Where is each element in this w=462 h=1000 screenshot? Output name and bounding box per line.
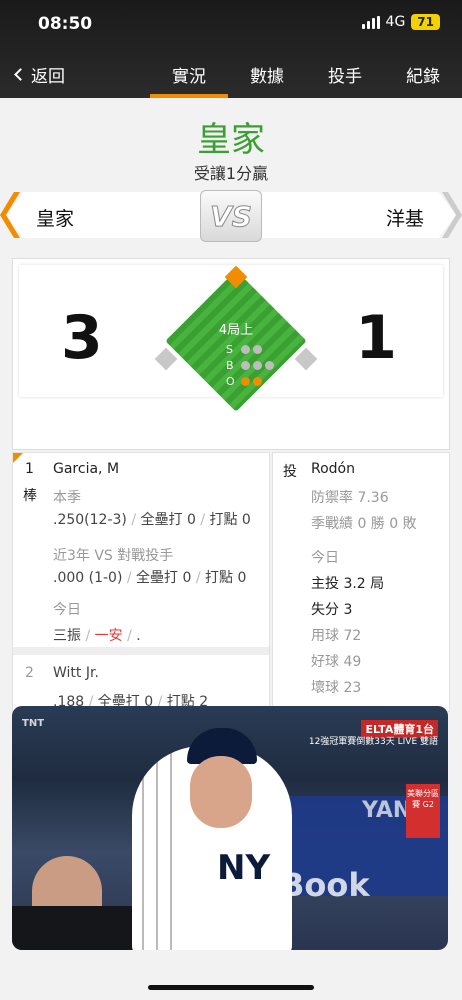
next-batting-order: 2 — [25, 665, 34, 681]
background-suit — [12, 906, 142, 950]
home-team-name: 洋基 — [385, 208, 424, 230]
current-batter-marker — [13, 453, 23, 463]
ball-count: B — [226, 359, 274, 372]
batting-order: 1 — [25, 461, 34, 477]
ball-dot — [253, 361, 262, 370]
batting-order-suffix: 棒 — [23, 488, 37, 504]
scoreboard: 3 1 4局上 S B O — [12, 258, 450, 450]
ball-dot — [265, 361, 274, 370]
out-dot — [241, 377, 250, 386]
tab-records[interactable]: 紀錄 — [384, 62, 462, 98]
matchup-bar: 皇家 洋基 VS — [0, 190, 462, 242]
infield — [165, 270, 307, 412]
inning-label: 4局上 — [218, 323, 254, 338]
pick-title: 皇家 — [197, 120, 265, 160]
live-video-player[interactable]: YANK Book NY TNT ELTA體育1台 12強冠軍賽倒數33天 LI… — [12, 706, 448, 950]
ball-dot — [241, 361, 250, 370]
stadium-text-2: Book — [280, 866, 370, 904]
pitcher-label: 投 — [283, 464, 297, 480]
away-score: 3 — [61, 303, 103, 373]
back-label: 返回 — [31, 67, 65, 87]
season-label: 本季 — [53, 490, 81, 506]
pitcher-today-label: 今日 — [311, 550, 339, 566]
home-score: 1 — [355, 303, 397, 373]
third-base-icon — [154, 347, 178, 371]
broadcaster-logo: TNT — [22, 718, 45, 729]
tab-live[interactable]: 實況 — [150, 62, 228, 98]
strike-dot — [241, 345, 250, 354]
vs-pitcher-label: 近3年 VS 對戰投手 — [53, 548, 174, 564]
out-count: O — [226, 375, 262, 388]
pitcher-name: Rodón — [311, 461, 355, 477]
strike-count: S — [226, 343, 262, 356]
pitcher-runs: 失分 3 — [311, 602, 353, 618]
channel-subtitle: 12強冠軍賽倒數33天 LIVE 雙語 — [308, 737, 438, 747]
tab-bar: 實況 數據 投手 紀錄 — [150, 62, 462, 98]
strike-dot — [253, 345, 262, 354]
pitcher-pitches: 用球 72 — [311, 628, 362, 644]
jersey-logo: NY — [217, 848, 271, 888]
pitcher-record: 季戰績 0 勝 0 敗 — [311, 516, 417, 532]
pitcher-innings: 主投 3.2 局 — [311, 576, 385, 592]
top-bar: 08:50 4G 71 返回 實況 數據 投手 紀錄 — [0, 0, 462, 98]
batter-panel: 1 棒 Garcia, M 本季 .250(12-3) / 全壘打 0 / 打點… — [12, 452, 270, 712]
today-label: 今日 — [53, 602, 81, 618]
score-box: 3 1 4局上 S B O — [19, 265, 443, 412]
today-results: 三振 / 一安 / . — [53, 628, 141, 644]
next-batter-name: Witt Jr. — [53, 665, 99, 681]
status-time: 08:50 — [38, 14, 93, 34]
first-base-icon — [294, 347, 318, 371]
pitcher-era: 防禦率 7.36 — [311, 490, 389, 506]
season-stats: .250(12-3) / 全壘打 0 / 打點 0 — [53, 512, 251, 528]
pitcher-panel: 投 Rodón 防禦率 7.36 季戰績 0 勝 0 敗 今日 主投 3.2 局… — [272, 452, 450, 712]
battery-icon: 71 — [411, 14, 440, 30]
pitcher-strikes: 好球 49 — [311, 654, 362, 670]
batter-name: Garcia, M — [53, 461, 120, 477]
out-dot — [253, 377, 262, 386]
signal-icon — [361, 15, 380, 29]
tab-stats[interactable]: 數據 — [228, 62, 306, 98]
home-indicator[interactable] — [148, 985, 314, 990]
network-label: 4G — [385, 14, 406, 30]
status-indicators: 4G 71 — [361, 14, 440, 30]
series-tag: 美聯分區賽 G2 — [406, 784, 440, 838]
pitcher-balls: 壞球 23 — [311, 680, 362, 696]
row-divider — [13, 647, 269, 655]
vs-pitcher-stats: .000 (1-0) / 全壘打 0 / 打點 0 — [53, 570, 247, 586]
vs-badge: VS — [200, 190, 262, 242]
pick-subtitle: 受讓1分贏 — [193, 164, 269, 183]
away-team-name: 皇家 — [36, 208, 75, 230]
baseball-diamond: 4局上 S B O — [154, 265, 318, 413]
chevron-left-icon — [14, 68, 27, 81]
back-button[interactable]: 返回 — [14, 62, 65, 87]
player-face — [190, 756, 252, 828]
tab-pitchers[interactable]: 投手 — [306, 62, 384, 98]
